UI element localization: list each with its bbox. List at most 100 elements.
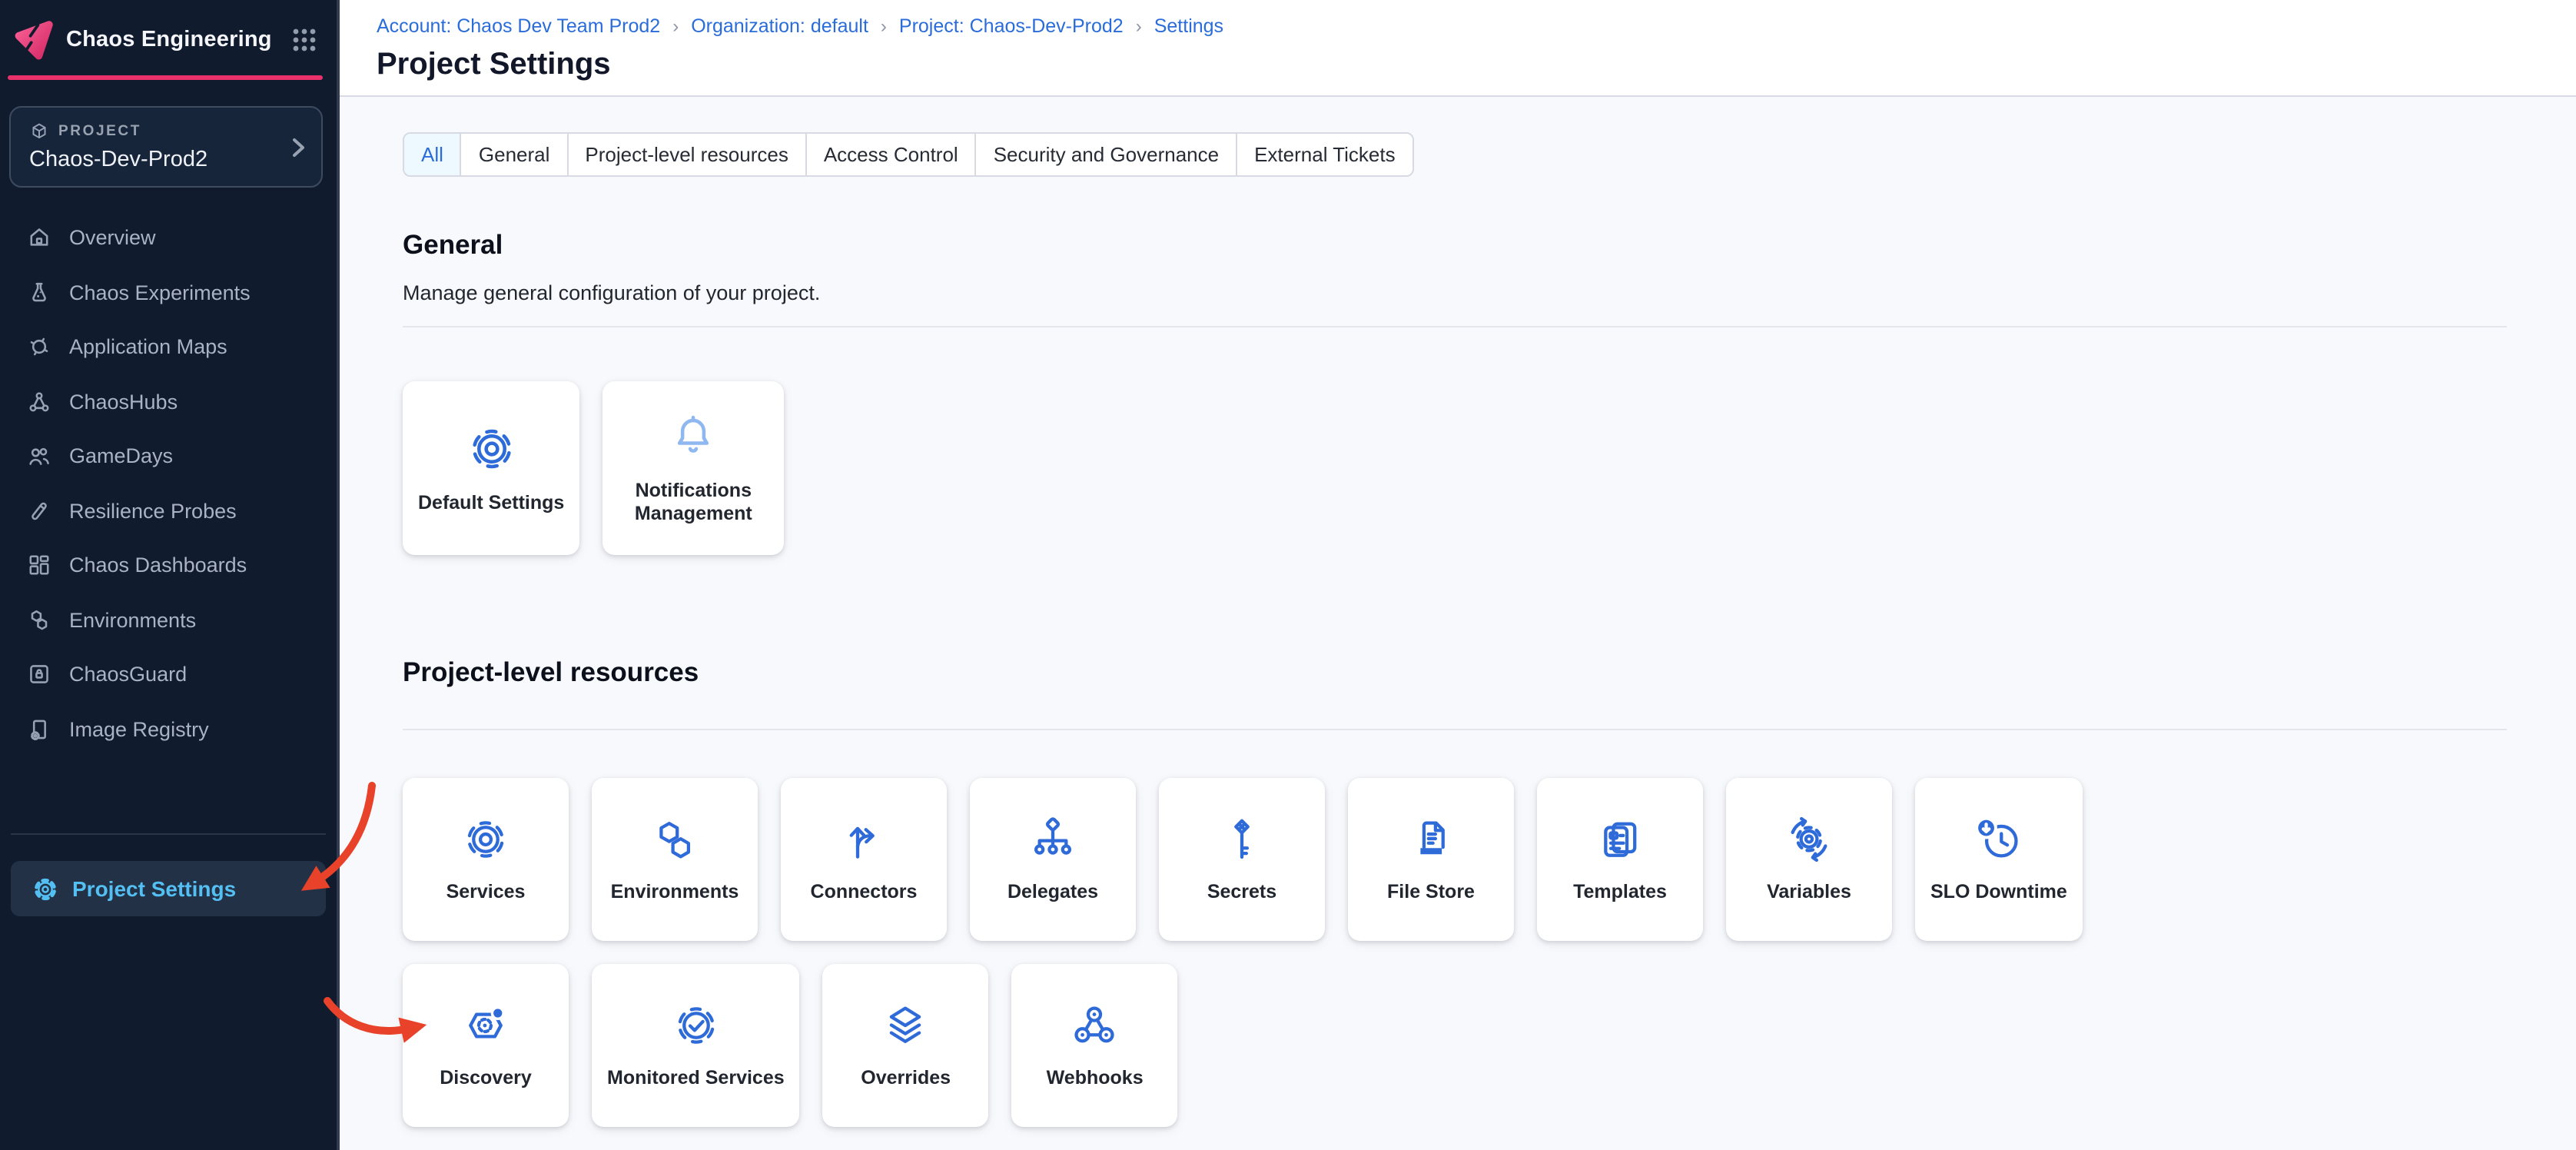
breadcrumb-settings[interactable]: Settings: [1154, 15, 1223, 37]
section-title-resources: Project-level resources: [403, 656, 2507, 689]
sidebar-item-chaoshubs[interactable]: ChaosHubs: [0, 374, 337, 429]
gear-icon: [32, 876, 58, 902]
general-cards-row: Default Settings Notifications Managemen…: [403, 381, 2507, 555]
tab-external-tickets[interactable]: External Tickets: [1236, 134, 1412, 175]
section-divider: [403, 326, 2507, 327]
brand-header: Chaos Engineering: [0, 0, 337, 65]
hexagons-icon: [26, 607, 52, 633]
card-label: Variables: [1767, 881, 1851, 904]
sidebar-divider: [11, 833, 326, 835]
hexagon-gear-dot-icon: [461, 1001, 510, 1050]
card-label: Overrides: [861, 1067, 951, 1090]
variables-card[interactable]: Variables: [1726, 778, 1892, 941]
people-icon: [26, 444, 52, 470]
gear-icon: [465, 422, 517, 474]
page-header: Account: Chaos Dev Team Prod2 › Organiza…: [340, 0, 2576, 97]
card-label: Services: [446, 881, 526, 904]
notifications-management-card[interactable]: Notifications Management: [603, 381, 784, 555]
card-label: Notifications Management: [619, 480, 767, 526]
card-label: Connectors: [811, 881, 918, 904]
home-icon: [26, 225, 52, 251]
breadcrumb-organization[interactable]: Organization: default: [691, 15, 868, 37]
tab-project-level-resources[interactable]: Project-level resources: [566, 134, 805, 175]
tab-security-and-governance[interactable]: Security and Governance: [975, 134, 1236, 175]
lock-icon: [26, 662, 52, 688]
section-title-general: General: [403, 229, 2507, 261]
filter-tabs: All General Project-level resources Acce…: [403, 132, 1414, 177]
cube-icon: [29, 121, 49, 141]
flask-icon: [26, 280, 52, 306]
connectors-card[interactable]: Connectors: [781, 778, 947, 941]
templates-card[interactable]: Templates: [1537, 778, 1703, 941]
card-label: Secrets: [1207, 881, 1276, 904]
sidebar-item-chaosguard[interactable]: ChaosGuard: [0, 647, 337, 702]
overrides-card[interactable]: Overrides: [823, 964, 989, 1127]
monitored-services-card[interactable]: Monitored Services: [592, 964, 800, 1127]
breadcrumb-project[interactable]: Project: Chaos-Dev-Prod2: [899, 15, 1124, 37]
card-label: Delegates: [1007, 881, 1098, 904]
default-settings-card[interactable]: Default Settings: [403, 381, 579, 555]
environments-card[interactable]: Environments: [592, 778, 758, 941]
card-label: Default Settings: [418, 491, 564, 514]
network-icon: [26, 389, 52, 415]
split-arrows-icon: [839, 815, 888, 864]
card-label: SLO Downtime: [1930, 881, 2067, 904]
sidebar-item-overview[interactable]: Overview: [0, 211, 337, 265]
sidebar-item-project-settings[interactable]: Project Settings: [11, 861, 326, 916]
breadcrumb-separator: ›: [1136, 15, 1142, 37]
key-icon: [1217, 815, 1266, 864]
file-store-card[interactable]: File Store: [1348, 778, 1514, 941]
hexagons-icon: [650, 815, 699, 864]
page-title: Project Settings: [377, 48, 2539, 83]
project-selector-name: Chaos-Dev-Prod2: [29, 148, 306, 172]
section-description-general: Manage general configuration of your pro…: [403, 281, 2507, 304]
sidebar-item-gamedays[interactable]: GameDays: [0, 429, 337, 484]
sidebar-item-chaos-experiments[interactable]: Chaos Experiments: [0, 265, 337, 320]
sidebar-item-chaos-dashboards[interactable]: Chaos Dashboards: [0, 538, 337, 593]
breadcrumb-separator: ›: [672, 15, 679, 37]
webhook-icon: [1071, 1001, 1120, 1050]
project-selector[interactable]: PROJECT Chaos-Dev-Prod2: [9, 106, 323, 188]
file-icon: [1406, 815, 1456, 864]
webhooks-card[interactable]: Webhooks: [1012, 964, 1178, 1127]
sidebar: Chaos Engineering PROJECT Chaos-Dev-Prod…: [0, 0, 340, 1150]
target-icon: [26, 334, 52, 361]
main-content: Account: Chaos Dev Team Prod2 › Organiza…: [340, 0, 2576, 1150]
card-label: Monitored Services: [607, 1067, 785, 1090]
harness-chaos-logo-icon: [14, 18, 55, 60]
sidebar-item-resilience-probes[interactable]: Resilience Probes: [0, 484, 337, 538]
gear-refresh-icon: [1784, 815, 1834, 864]
org-chart-icon: [1028, 815, 1077, 864]
chevron-right-icon: [289, 135, 307, 158]
app-title: Chaos Engineering: [66, 27, 290, 52]
sidebar-nav: Overview Chaos Experiments Application M…: [0, 211, 337, 756]
tab-all[interactable]: All: [404, 134, 460, 175]
services-card[interactable]: Services: [403, 778, 569, 941]
project-selector-label: PROJECT: [58, 123, 141, 140]
probe-icon: [26, 498, 52, 524]
slo-downtime-card[interactable]: SLO Downtime: [1915, 778, 2083, 941]
app-window: Chaos Engineering PROJECT Chaos-Dev-Prod…: [0, 0, 2576, 1150]
card-label: Webhooks: [1047, 1067, 1144, 1090]
registry-icon: [26, 716, 52, 743]
bell-icon: [667, 410, 719, 463]
discovery-card[interactable]: Discovery: [403, 964, 569, 1127]
brand-accent-line: [8, 75, 323, 80]
app-grid-icon[interactable]: [290, 25, 318, 53]
gear-check-icon: [671, 1001, 720, 1050]
delegates-card[interactable]: Delegates: [970, 778, 1136, 941]
tab-access-control[interactable]: Access Control: [805, 134, 975, 175]
layers-icon: [881, 1001, 931, 1050]
dashboard-icon: [26, 553, 52, 579]
breadcrumb: Account: Chaos Dev Team Prod2 › Organiza…: [377, 15, 2539, 37]
resources-cards-row-2: Discovery Monitored Services Overri: [403, 964, 2507, 1127]
secrets-card[interactable]: Secrets: [1159, 778, 1325, 941]
card-label: Templates: [1573, 881, 1667, 904]
tab-general[interactable]: General: [460, 134, 567, 175]
section-divider: [403, 729, 2507, 730]
breadcrumb-account[interactable]: Account: Chaos Dev Team Prod2: [377, 15, 660, 37]
sidebar-item-application-maps[interactable]: Application Maps: [0, 320, 337, 374]
sidebar-item-image-registry[interactable]: Image Registry: [0, 702, 337, 756]
sidebar-item-environments[interactable]: Environments: [0, 593, 337, 647]
card-label: Environments: [611, 881, 739, 904]
